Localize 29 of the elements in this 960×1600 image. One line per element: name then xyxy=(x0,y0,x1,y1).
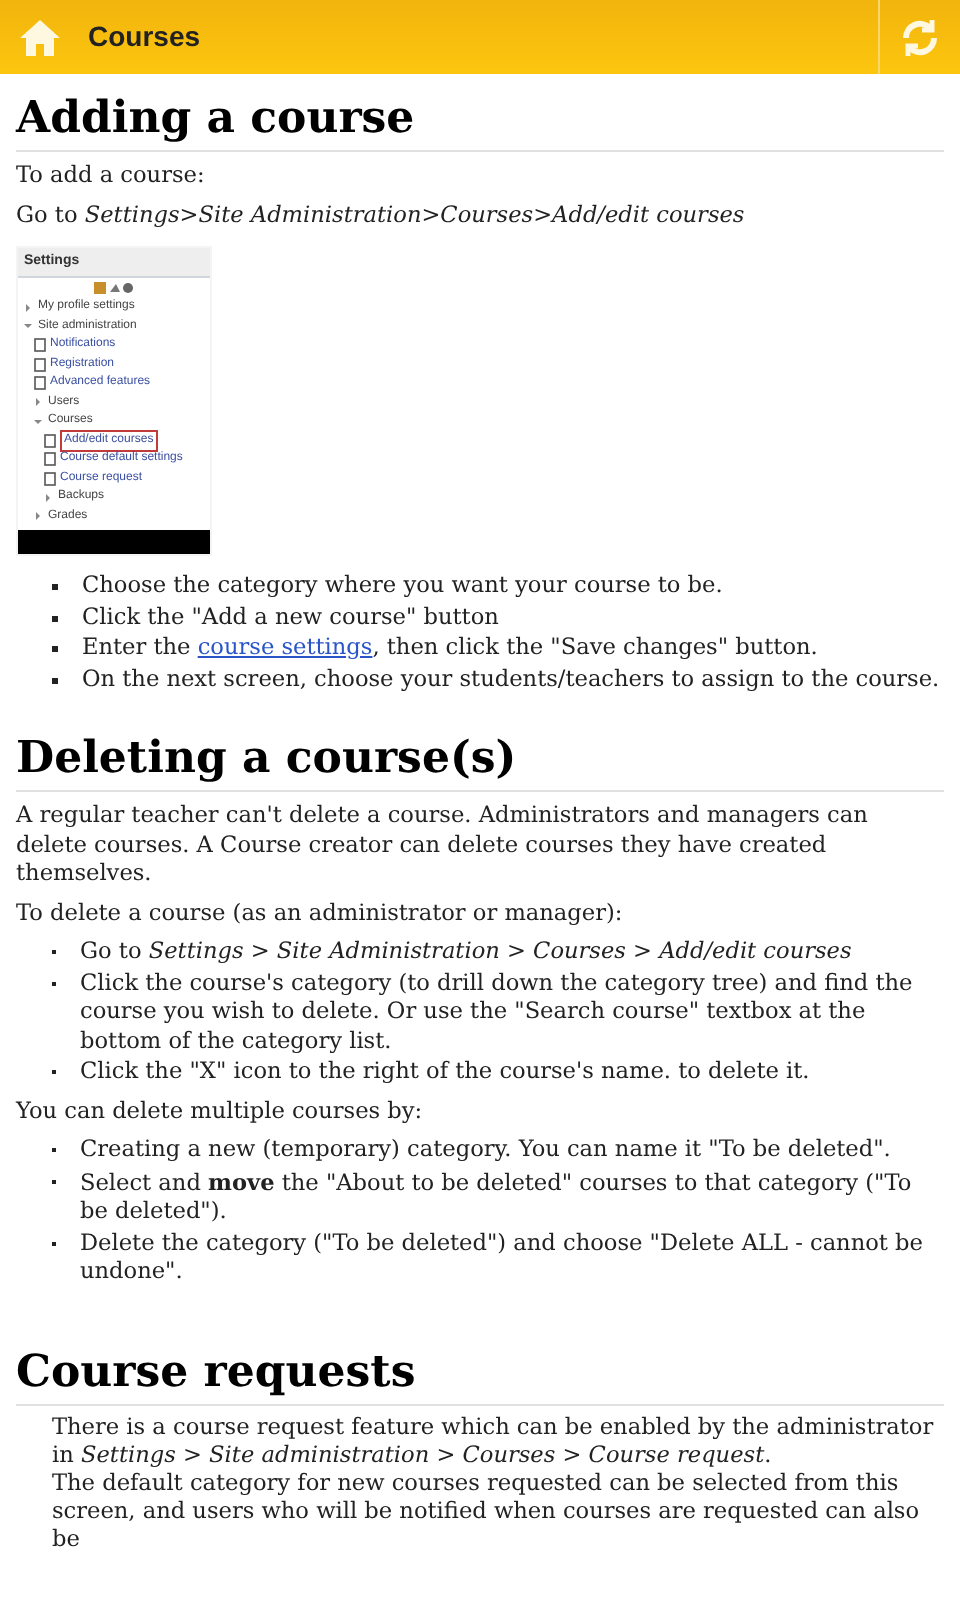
list-item: Choose the category where you want your course to be. xyxy=(82,572,723,601)
list-item: Creating a new (temporary) category. You can name it "To be deleted". xyxy=(80,1136,891,1165)
paragraph: Go to Settings>Site Administration>Courses>Add/edit courses xyxy=(14,201,747,230)
expander-icon[interactable] xyxy=(24,322,34,331)
paragraph: You can delete multiple courses by: xyxy=(13,1097,425,1126)
paragraph: A regular teacher can't delete a course. Administrators and managers can delete courses. A Course creator can delete courses they have created themselves. xyxy=(14,802,870,889)
section-heading: Adding a course xyxy=(16,90,944,152)
list-item: Click the course's category (to drill down the category tree) and find the course you wish to delete. Or use the "Search course" textbox at the bottom of the category list. xyxy=(80,969,915,1056)
expander-icon[interactable] xyxy=(34,512,44,521)
course-settings-link[interactable]: course settings xyxy=(197,634,373,660)
paragraph: There is a course request feature which can be enabled by the administrator in Settings > Site administration > Courses > Course request. xyxy=(50,1413,936,1469)
list-item: Click the "X" icon to the right of the course's name. to delete it. xyxy=(80,1058,810,1087)
list-item: Click the "Add a new course" button xyxy=(82,603,499,632)
paragraph: To add a course: xyxy=(14,162,207,191)
screen-title: Courses xyxy=(88,18,203,56)
expander-icon[interactable] xyxy=(44,493,54,502)
list-item: Delete the category ("To be deleted") and choose "Delete ALL - cannot be undone". xyxy=(80,1229,925,1287)
section-heading: Deleting a course(s) xyxy=(16,730,944,792)
paragraph: To delete a course (as an administrator or manager): xyxy=(14,899,625,928)
list-item: On the next screen, choose your students/teachers to assign to the course. xyxy=(82,665,940,694)
section-heading: Course requests xyxy=(16,1343,944,1405)
toolbar-icons xyxy=(94,282,134,294)
list-item: Select and move the "About to be deleted" courses to that category ("To be deleted"). xyxy=(80,1167,914,1227)
paragraph: The default category for new courses requested can be selected from this screen, and users who will be notified when courses are requested can also be xyxy=(50,1469,922,1553)
expander-icon[interactable] xyxy=(34,398,44,407)
expander-icon[interactable] xyxy=(24,303,34,312)
list-item: Go to Settings > Site Administration > Courses > Add/edit courses xyxy=(80,938,852,967)
list-item: Enter the course settings, then click the "Save changes" button. xyxy=(82,634,818,663)
expander-icon[interactable] xyxy=(34,417,44,426)
